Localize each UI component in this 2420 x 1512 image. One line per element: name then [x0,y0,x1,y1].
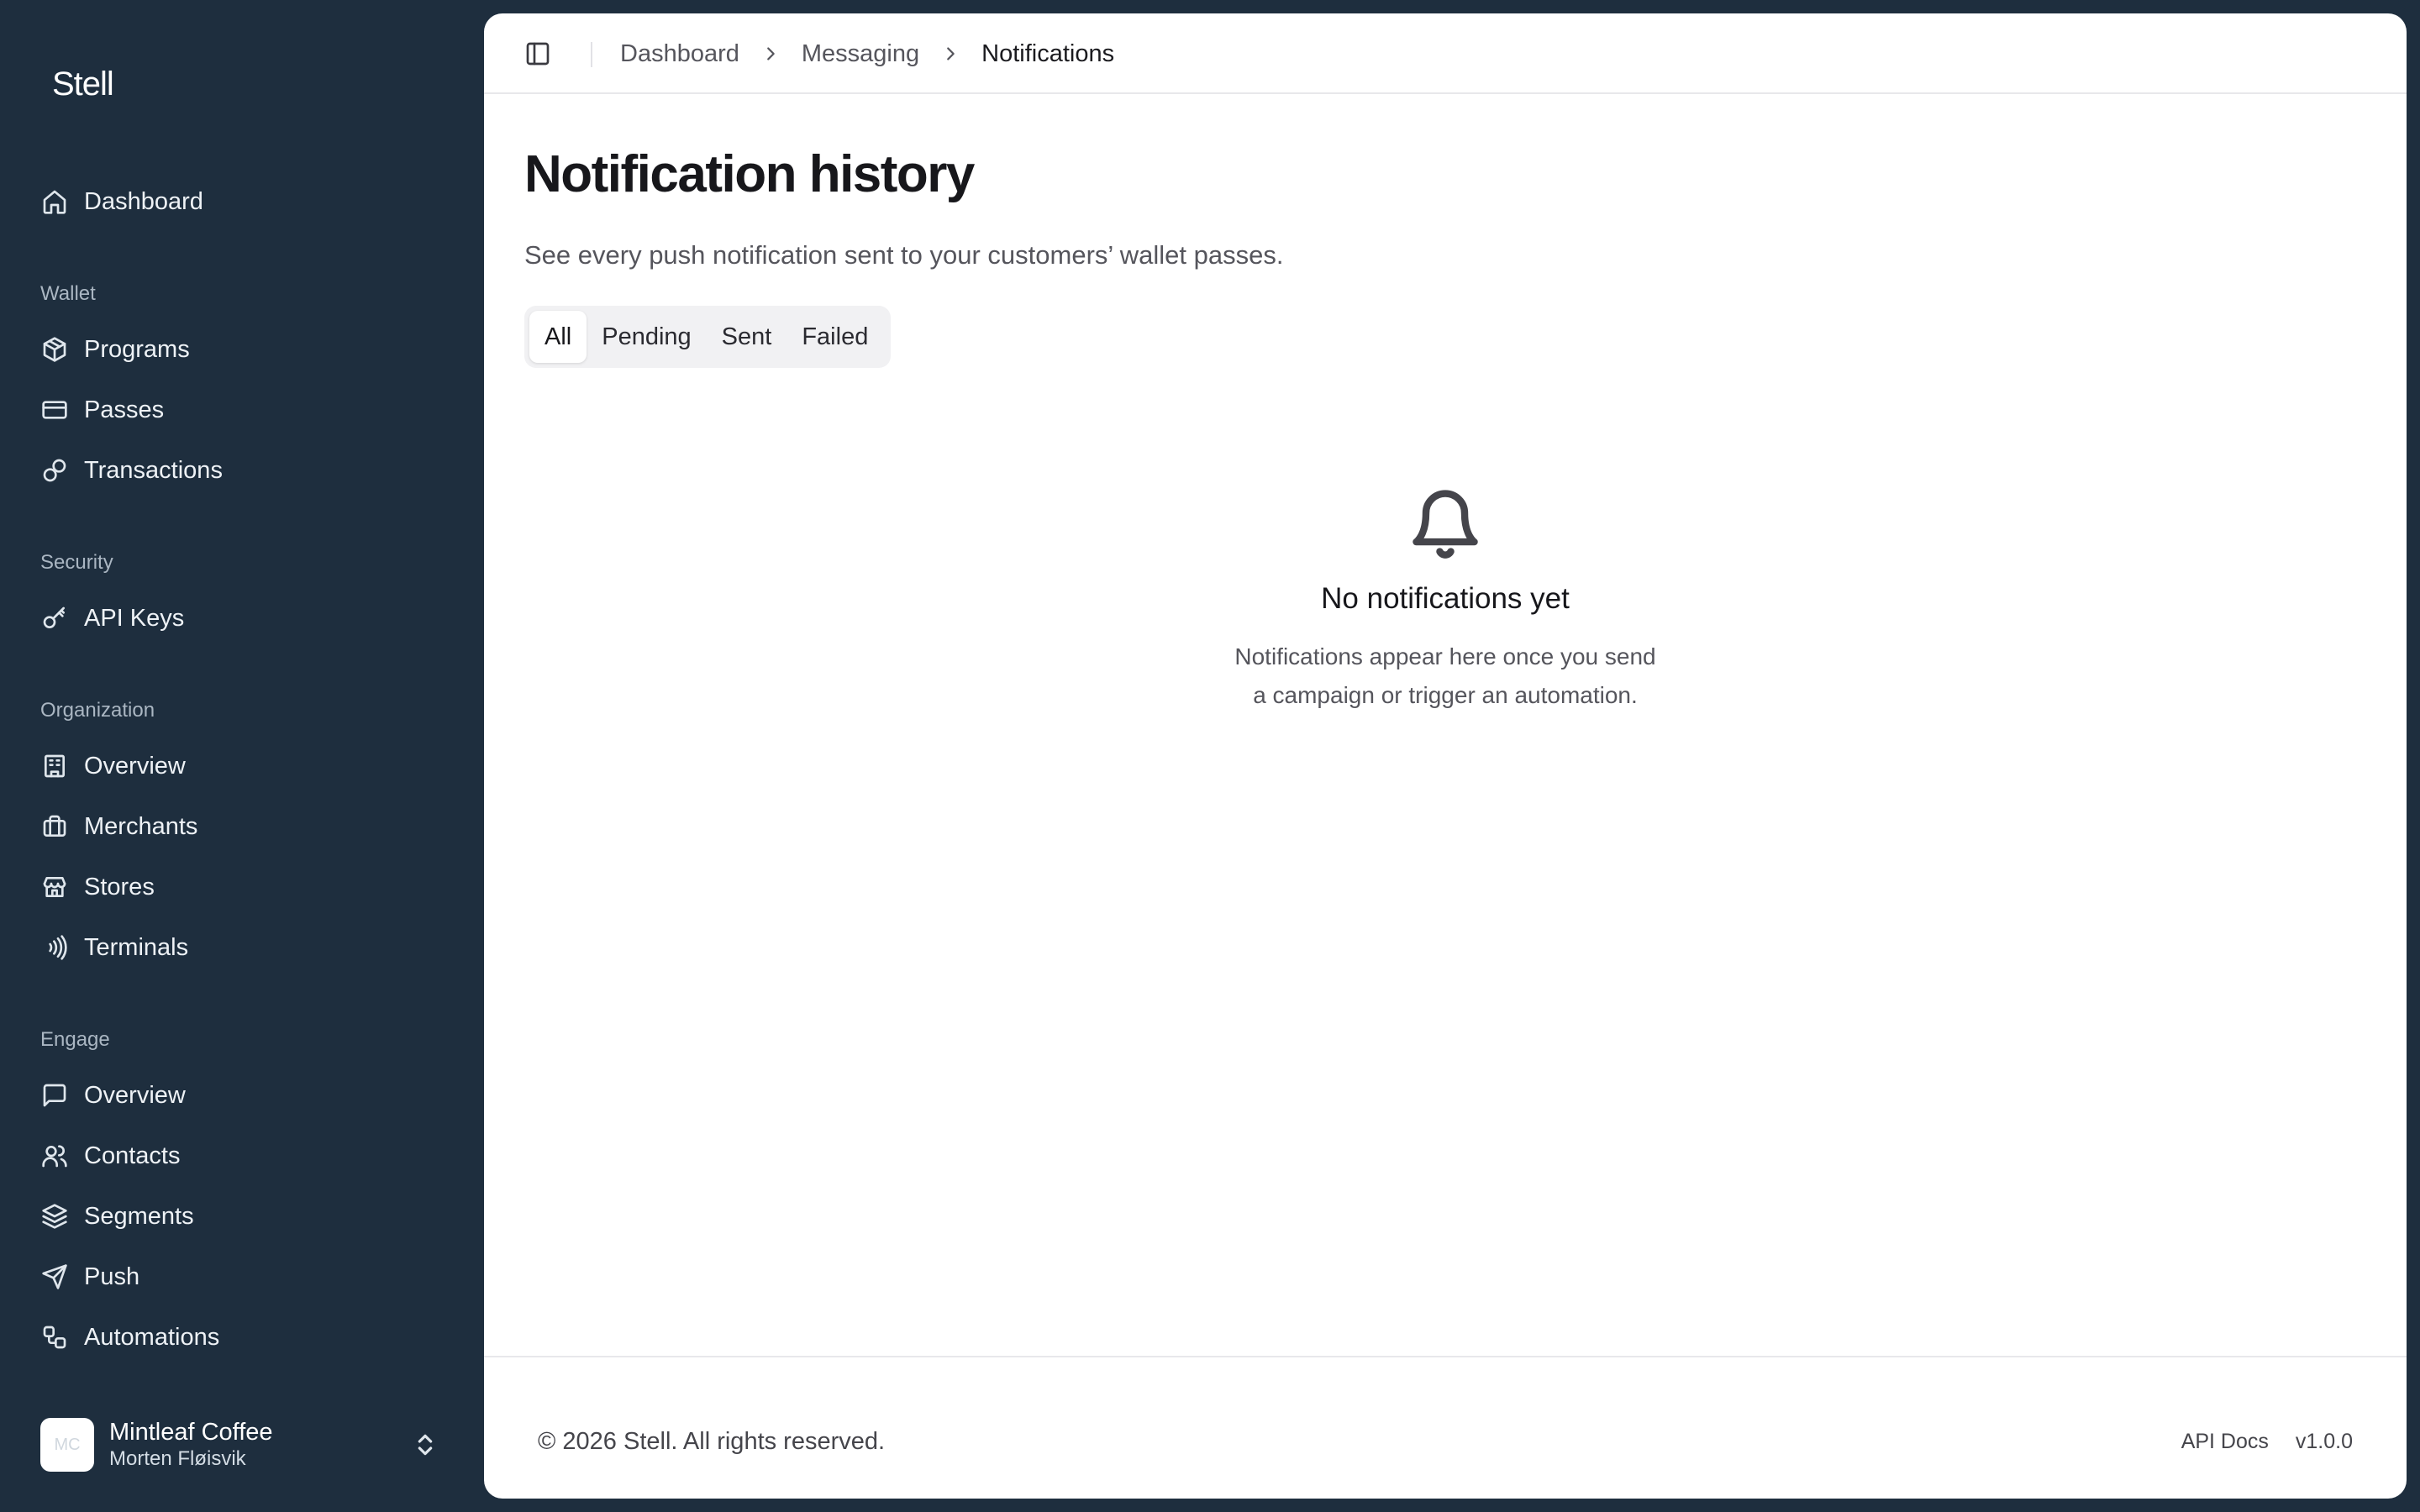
tab-sent[interactable]: Sent [707,311,787,363]
chevron-right-icon [761,45,780,63]
empty-state-line-2: a campaign or trigger an automation. [1253,682,1638,708]
home-icon [40,187,69,216]
empty-state: No notifications yet Notifications appea… [484,484,2407,715]
workflow-icon [40,1323,69,1352]
sidebar-item-label: Contacts [84,1142,181,1169]
sidebar-item-passes[interactable]: Passes [20,385,464,435]
sidebar-item-label: Push [84,1263,140,1290]
tab-all[interactable]: All [529,311,587,363]
chevron-right-icon [941,45,960,63]
breadcrumb-current: Notifications [981,39,1115,67]
link-icon [40,456,69,485]
sidebar-item-org-overview[interactable]: Overview [20,741,464,791]
sidebar-item-api-keys[interactable]: API Keys [20,593,464,643]
version-label: v1.0.0 [2295,1430,2353,1453]
sidebar-item-terminals[interactable]: Terminals [20,922,464,973]
api-docs-link[interactable]: API Docs [2181,1430,2269,1454]
package-icon [40,335,69,364]
section-engage: Engage [40,1028,110,1051]
empty-state-title: No notifications yet [1321,582,1570,615]
tab-pending[interactable]: Pending [587,311,706,363]
chevrons-up-down-icon [412,1431,439,1458]
account-user: Morten Fløisvik [109,1447,246,1470]
sidebar-item-label: Overview [84,752,186,780]
empty-state-line-1: Notifications appear here once you send [1234,643,1656,669]
sidebar-item-automations[interactable]: Automations [20,1312,464,1362]
sidebar-item-label: Automations [84,1323,220,1351]
topbar: Dashboard Messaging Notifications [484,13,2407,94]
sidebar-item-dashboard[interactable]: Dashboard [20,176,464,227]
sidebar-toggle-button[interactable] [521,39,555,72]
section-wallet: Wallet [40,282,96,305]
sidebar-item-label: Segments [84,1202,194,1230]
main-panel: Dashboard Messaging Notifications Notifi… [484,13,2407,1499]
sidebar-item-label: Terminals [84,933,189,961]
avatar: MC [40,1418,94,1472]
credit-card-icon [40,396,69,424]
sidebar-item-label: Programs [84,335,190,363]
account-switcher[interactable]: MC Mintleaf Coffee Morten Fløisvik [20,1408,464,1482]
sidebar-item-push[interactable]: Push [20,1252,464,1302]
empty-state-description: Notifications appear here once you send … [1210,638,1681,715]
sidebar-item-programs[interactable]: Programs [20,324,464,375]
section-organization: Organization [40,699,155,722]
breadcrumb: Dashboard Messaging Notifications [620,39,1114,69]
sidebar-item-label: Transactions [84,456,223,484]
sidebar-item-contacts[interactable]: Contacts [20,1131,464,1181]
contactless-icon [40,933,69,962]
section-security: Security [40,551,113,574]
breadcrumb-messaging[interactable]: Messaging [802,40,919,68]
message-square-icon [40,1081,69,1110]
sidebar-item-label: Merchants [84,812,198,840]
sidebar-item-label: Passes [84,396,165,423]
breadcrumb-dashboard[interactable]: Dashboard [620,40,739,68]
tab-failed[interactable]: Failed [786,311,883,363]
store-icon [40,873,69,901]
page-subtitle: See every push notification sent to your… [524,240,1284,270]
sidebar-item-transactions[interactable]: Transactions [20,445,464,496]
briefcase-icon [40,812,69,841]
footer: © 2026 Stell. All rights reserved. API D… [484,1356,2407,1499]
sidebar-item-label: Stores [84,873,155,900]
send-icon [40,1263,69,1291]
footer-links: API Docs v1.0.0 [2181,1430,2353,1454]
sidebar-item-label: API Keys [84,604,185,632]
bell-icon [1407,484,1484,569]
sidebar-nav: Dashboard Wallet Programs Passes Transac… [0,0,484,1386]
sidebar-item-label: Overview [84,1081,186,1109]
users-icon [40,1142,69,1170]
sidebar: Stell Dashboard Wallet Programs Passes T… [0,0,484,1512]
sidebar-item-label: Dashboard [84,187,203,215]
sidebar-item-segments[interactable]: Segments [20,1191,464,1242]
sidebar-scroll-fade [0,1369,484,1403]
copyright: © 2026 Stell. All rights reserved. [538,1428,886,1455]
layers-icon [40,1202,69,1231]
sidebar-item-engage-overview[interactable]: Overview [20,1070,464,1121]
key-icon [40,604,69,633]
sidebar-item-stores[interactable]: Stores [20,862,464,912]
account-info: Mintleaf Coffee Morten Fløisvik [109,1418,273,1472]
panel-left-icon [524,40,551,71]
sidebar-item-merchants[interactable]: Merchants [20,801,464,852]
status-tabs: All Pending Sent Failed [524,306,891,368]
topbar-divider [591,42,592,67]
page-title: Notification history [524,145,975,203]
building-icon [40,752,69,780]
account-name: Mintleaf Coffee [109,1419,273,1446]
